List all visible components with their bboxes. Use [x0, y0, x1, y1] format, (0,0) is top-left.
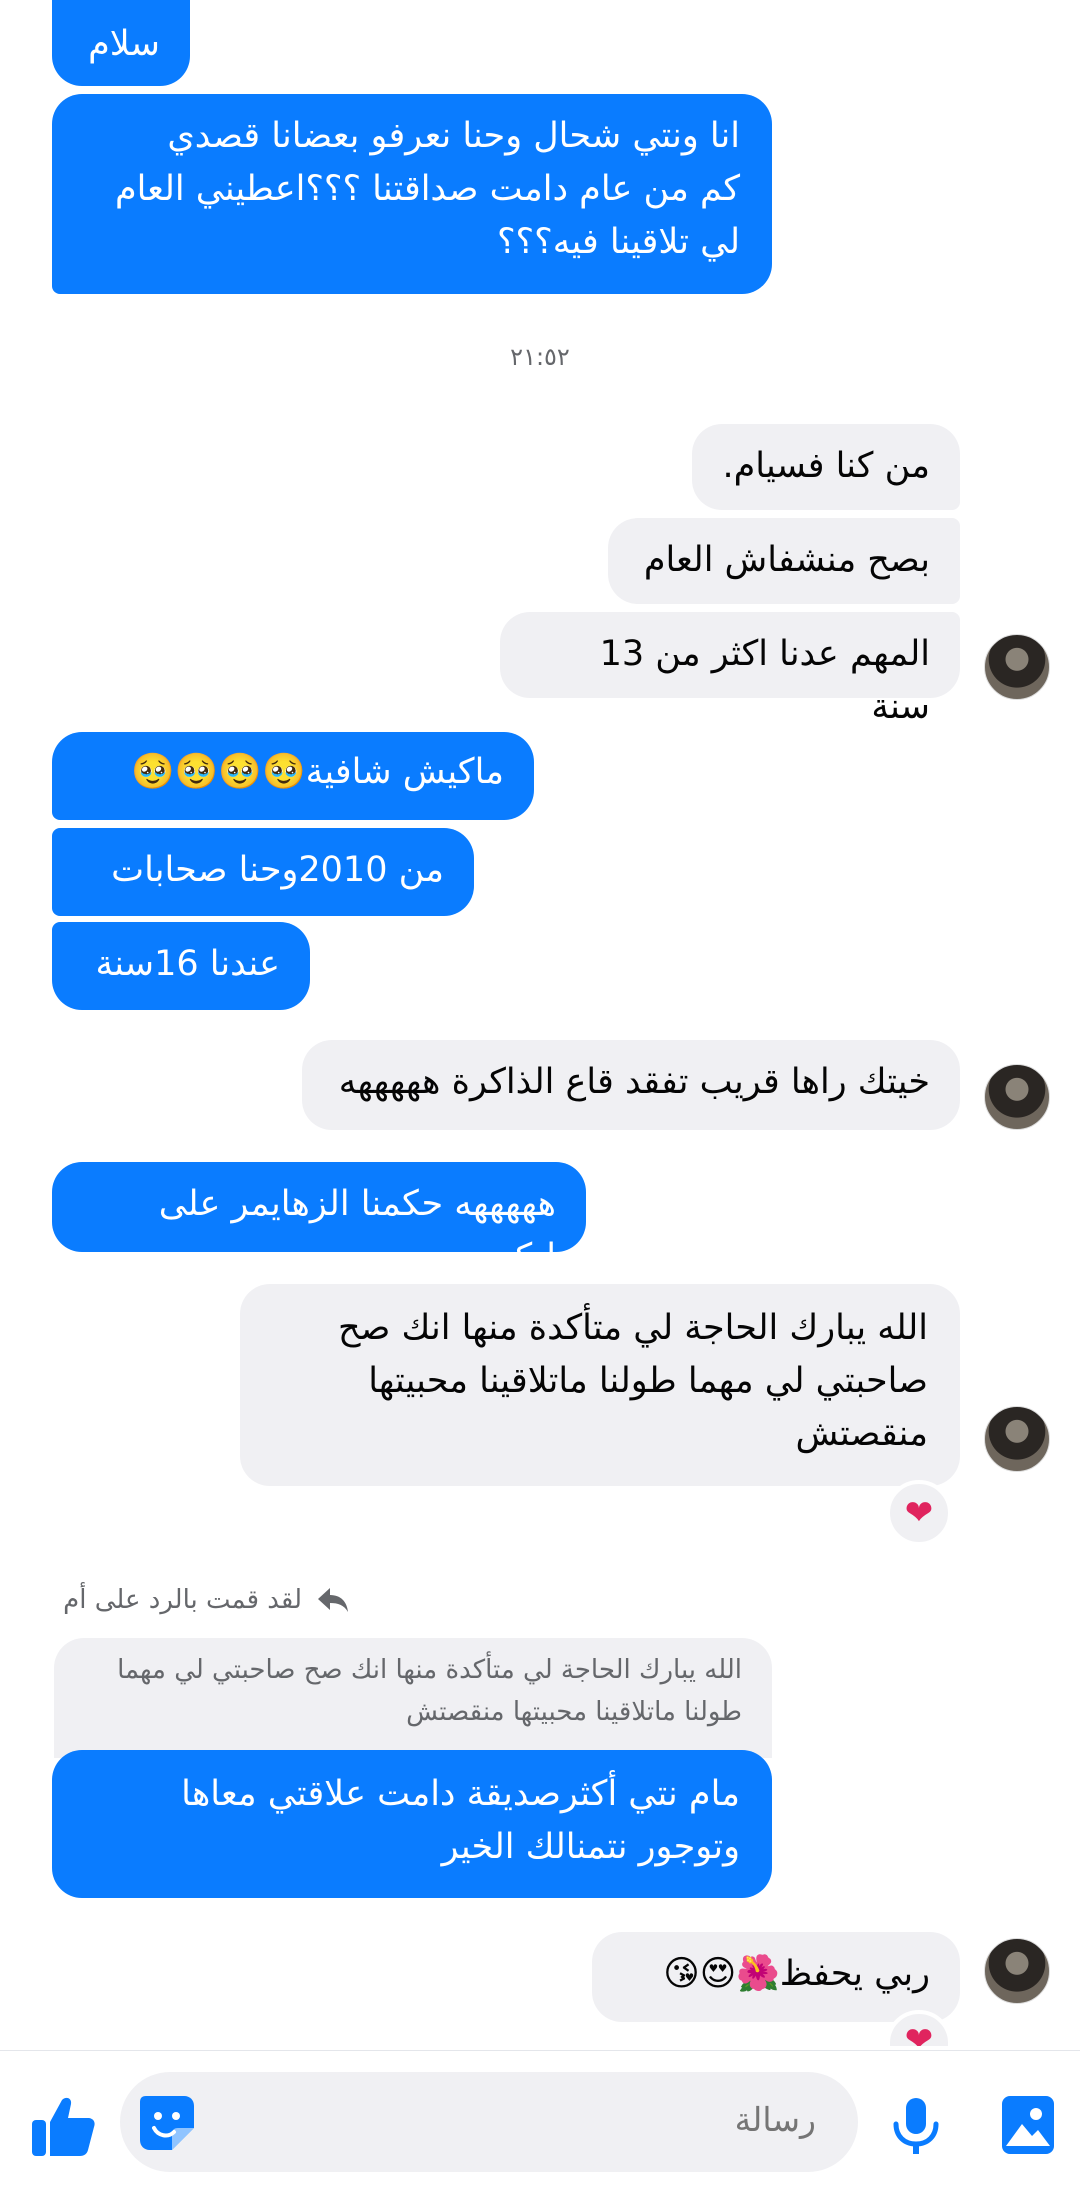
- contact-avatar[interactable]: [984, 1064, 1050, 1130]
- message-bubble-3[interactable]: من كنا فسيام.: [692, 424, 960, 510]
- quoted-message[interactable]: الله يبارك الحاجة لي متأكدة منها انك صح …: [54, 1638, 772, 1758]
- message-input[interactable]: [414, 2100, 818, 2140]
- gallery-icon[interactable]: [1000, 2094, 1056, 2156]
- microphone-icon[interactable]: [890, 2096, 942, 2156]
- timestamp-separator: ٢١:٥٢: [510, 343, 570, 371]
- message-bubble-13[interactable]: ربي يحفظ🌺😍😘: [592, 1932, 960, 2022]
- contact-avatar[interactable]: [984, 634, 1050, 700]
- message-bubble-5[interactable]: المهم عدنا اكثر من 13 سنة: [500, 612, 960, 727]
- message-bubble-9[interactable]: خيتك راها قريب تفقد قاع الذاكرة هههههه: [302, 1040, 960, 1130]
- message-bubble-11[interactable]: الله يبارك الحاجة لي متأكدة منها انك صح …: [240, 1284, 960, 1486]
- message-composer[interactable]: [120, 2072, 858, 2172]
- message-bubble-2[interactable]: انا ونتي شحال وحنا نعرفو بعضانا قصدي كم …: [52, 94, 772, 294]
- message-bubble-6[interactable]: ماكيش شافية🥹🥹🥹🥹: [52, 732, 534, 820]
- composer-divider: [0, 2050, 1080, 2051]
- message-bubble-1[interactable]: سلام: [52, 0, 190, 86]
- reply-note: لقد قمت بالرد على أم: [60, 1585, 350, 1615]
- message-bubble-10[interactable]: هههههه حكمنا الزهايمر على لبكري: [52, 1162, 586, 1277]
- contact-avatar[interactable]: [984, 1406, 1050, 1472]
- like-icon[interactable]: [30, 2094, 96, 2158]
- heart-reaction[interactable]: ❤: [886, 1480, 952, 1546]
- message-bubble-8[interactable]: عندنا 16سنة: [52, 922, 310, 1010]
- message-bubble-7[interactable]: من 2010وحنا صحابات: [52, 828, 474, 916]
- message-bubble-4[interactable]: بصح منشفاش العام: [608, 518, 960, 604]
- reply-arrow-icon: [316, 1586, 350, 1614]
- reply-note-text: لقد قمت بالرد على أم: [63, 1585, 302, 1615]
- sticker-icon[interactable]: [136, 2092, 198, 2154]
- contact-avatar[interactable]: [984, 1938, 1050, 2004]
- message-bubble-12[interactable]: مام نتي أكثرصديقة دامت علاقتي معاها وتوج…: [52, 1750, 772, 1898]
